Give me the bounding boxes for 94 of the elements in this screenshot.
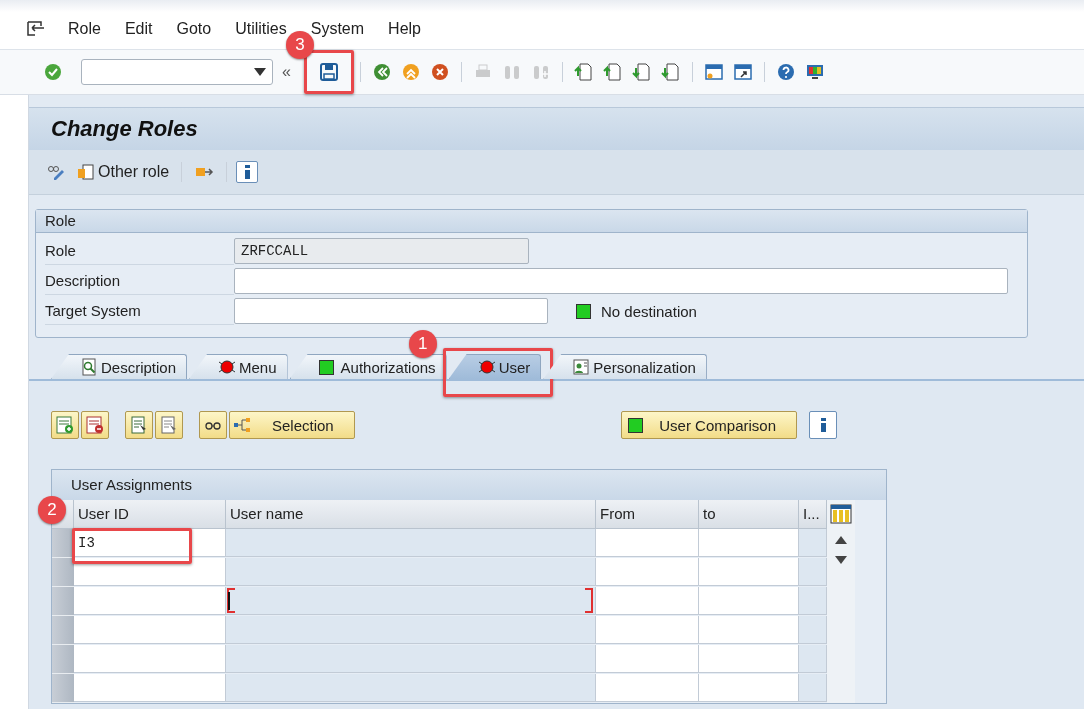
column-header[interactable]: From (596, 500, 699, 529)
row-selector[interactable] (52, 558, 74, 587)
table-cell[interactable] (596, 674, 699, 702)
screen-title: Change Roles (51, 116, 198, 142)
table-cell[interactable] (74, 645, 226, 673)
table-title: User Assignments (52, 470, 886, 500)
menu-item[interactable]: Role (56, 19, 113, 38)
page-arrow-icon (573, 62, 594, 82)
save-icon (318, 62, 339, 82)
page-arrow-icon (602, 62, 623, 82)
table-cell[interactable] (596, 645, 699, 673)
row-selector[interactable] (52, 616, 74, 645)
table-cell[interactable] (799, 616, 827, 644)
tab[interactable]: Menu (189, 354, 288, 379)
row-selector[interactable] (52, 529, 74, 558)
monitor-icon (804, 62, 825, 82)
tab[interactable]: Description (51, 354, 188, 379)
column-header[interactable]: User name (226, 500, 596, 529)
table-cell[interactable] (226, 587, 596, 615)
delete-row-button[interactable] (81, 411, 109, 439)
scroll-up-icon[interactable] (835, 536, 847, 544)
other-role-button[interactable]: Other role (73, 160, 173, 184)
group-title: Role (36, 210, 1027, 233)
menu-item[interactable]: Goto (164, 19, 224, 38)
table-cell[interactable] (596, 529, 699, 557)
table-cell[interactable] (799, 587, 827, 615)
user-comparison-button[interactable]: User Comparison (621, 411, 797, 439)
column-header[interactable]: to (699, 500, 799, 529)
input-field[interactable] (234, 298, 548, 324)
table-cell[interactable] (799, 558, 827, 586)
scroll-down-icon[interactable] (835, 556, 847, 564)
step-number: 2 (38, 496, 66, 524)
check-icon (43, 62, 63, 82)
table-cell[interactable]: I3 (74, 529, 226, 557)
page-arrow-icon (631, 62, 652, 82)
deselect-all-button[interactable] (155, 411, 183, 439)
document-icon (76, 162, 96, 182)
table-cell[interactable] (699, 616, 799, 644)
back-icon (371, 62, 392, 82)
selection-button[interactable]: Selection (229, 411, 355, 439)
column-header[interactable]: User ID (74, 500, 226, 529)
info-button[interactable] (236, 161, 259, 183)
row-selector[interactable] (52, 645, 74, 674)
hierarchy-icon (232, 415, 252, 435)
table-cell[interactable] (699, 529, 799, 557)
info-icon (820, 418, 826, 432)
table-cell[interactable] (226, 674, 596, 702)
row-selector[interactable] (52, 587, 74, 616)
table-cell[interactable] (799, 645, 827, 673)
row-selector[interactable] (52, 674, 74, 703)
page-arrow-icon (660, 62, 681, 82)
table-cell[interactable] (699, 645, 799, 673)
cancel-icon (429, 62, 450, 82)
table-cell[interactable] (596, 558, 699, 586)
table-cell[interactable] (799, 529, 827, 557)
command-field[interactable] (81, 59, 273, 85)
table-cell[interactable] (74, 674, 226, 702)
table-cell[interactable] (226, 558, 596, 586)
dropdown-arrow-icon[interactable] (254, 68, 266, 76)
table-cell[interactable] (74, 616, 226, 644)
table-cell[interactable] (226, 529, 596, 557)
table-cell[interactable] (226, 616, 596, 644)
menu-item[interactable]: Edit (112, 19, 165, 38)
status-text: No destination (601, 302, 697, 320)
search-document-icon (80, 358, 98, 376)
table-cell[interactable] (699, 558, 799, 586)
input-field[interactable] (234, 268, 1008, 294)
table-cell[interactable] (226, 645, 596, 673)
details-button[interactable] (199, 411, 227, 439)
table-cell[interactable] (74, 587, 226, 615)
table-cell[interactable] (596, 587, 699, 615)
column-header[interactable]: I... (799, 500, 827, 529)
help-icon (775, 62, 796, 82)
menu-item[interactable]: Help (376, 19, 433, 38)
menu-icon[interactable] (26, 19, 46, 38)
exit-icon (400, 62, 421, 82)
table-cell[interactable] (596, 616, 699, 644)
window-icon (732, 62, 753, 82)
delete-row-icon (85, 415, 105, 435)
collapse-toggle[interactable]: « (282, 63, 291, 81)
tab[interactable]: Personalization (543, 354, 707, 379)
table-cell[interactable] (699, 674, 799, 702)
table-cell[interactable] (74, 558, 226, 586)
add-row-icon (55, 415, 75, 435)
insert-row-button[interactable] (51, 411, 79, 439)
window-icon (703, 62, 724, 82)
info-icon (244, 165, 250, 179)
info-button[interactable] (809, 411, 837, 439)
person-card-icon (572, 358, 591, 376)
tab[interactable]: User (448, 354, 542, 379)
select-all-button[interactable] (125, 411, 153, 439)
column-settings-icon[interactable] (830, 504, 852, 524)
table-cell[interactable] (699, 587, 799, 615)
table-cell[interactable] (799, 674, 827, 702)
